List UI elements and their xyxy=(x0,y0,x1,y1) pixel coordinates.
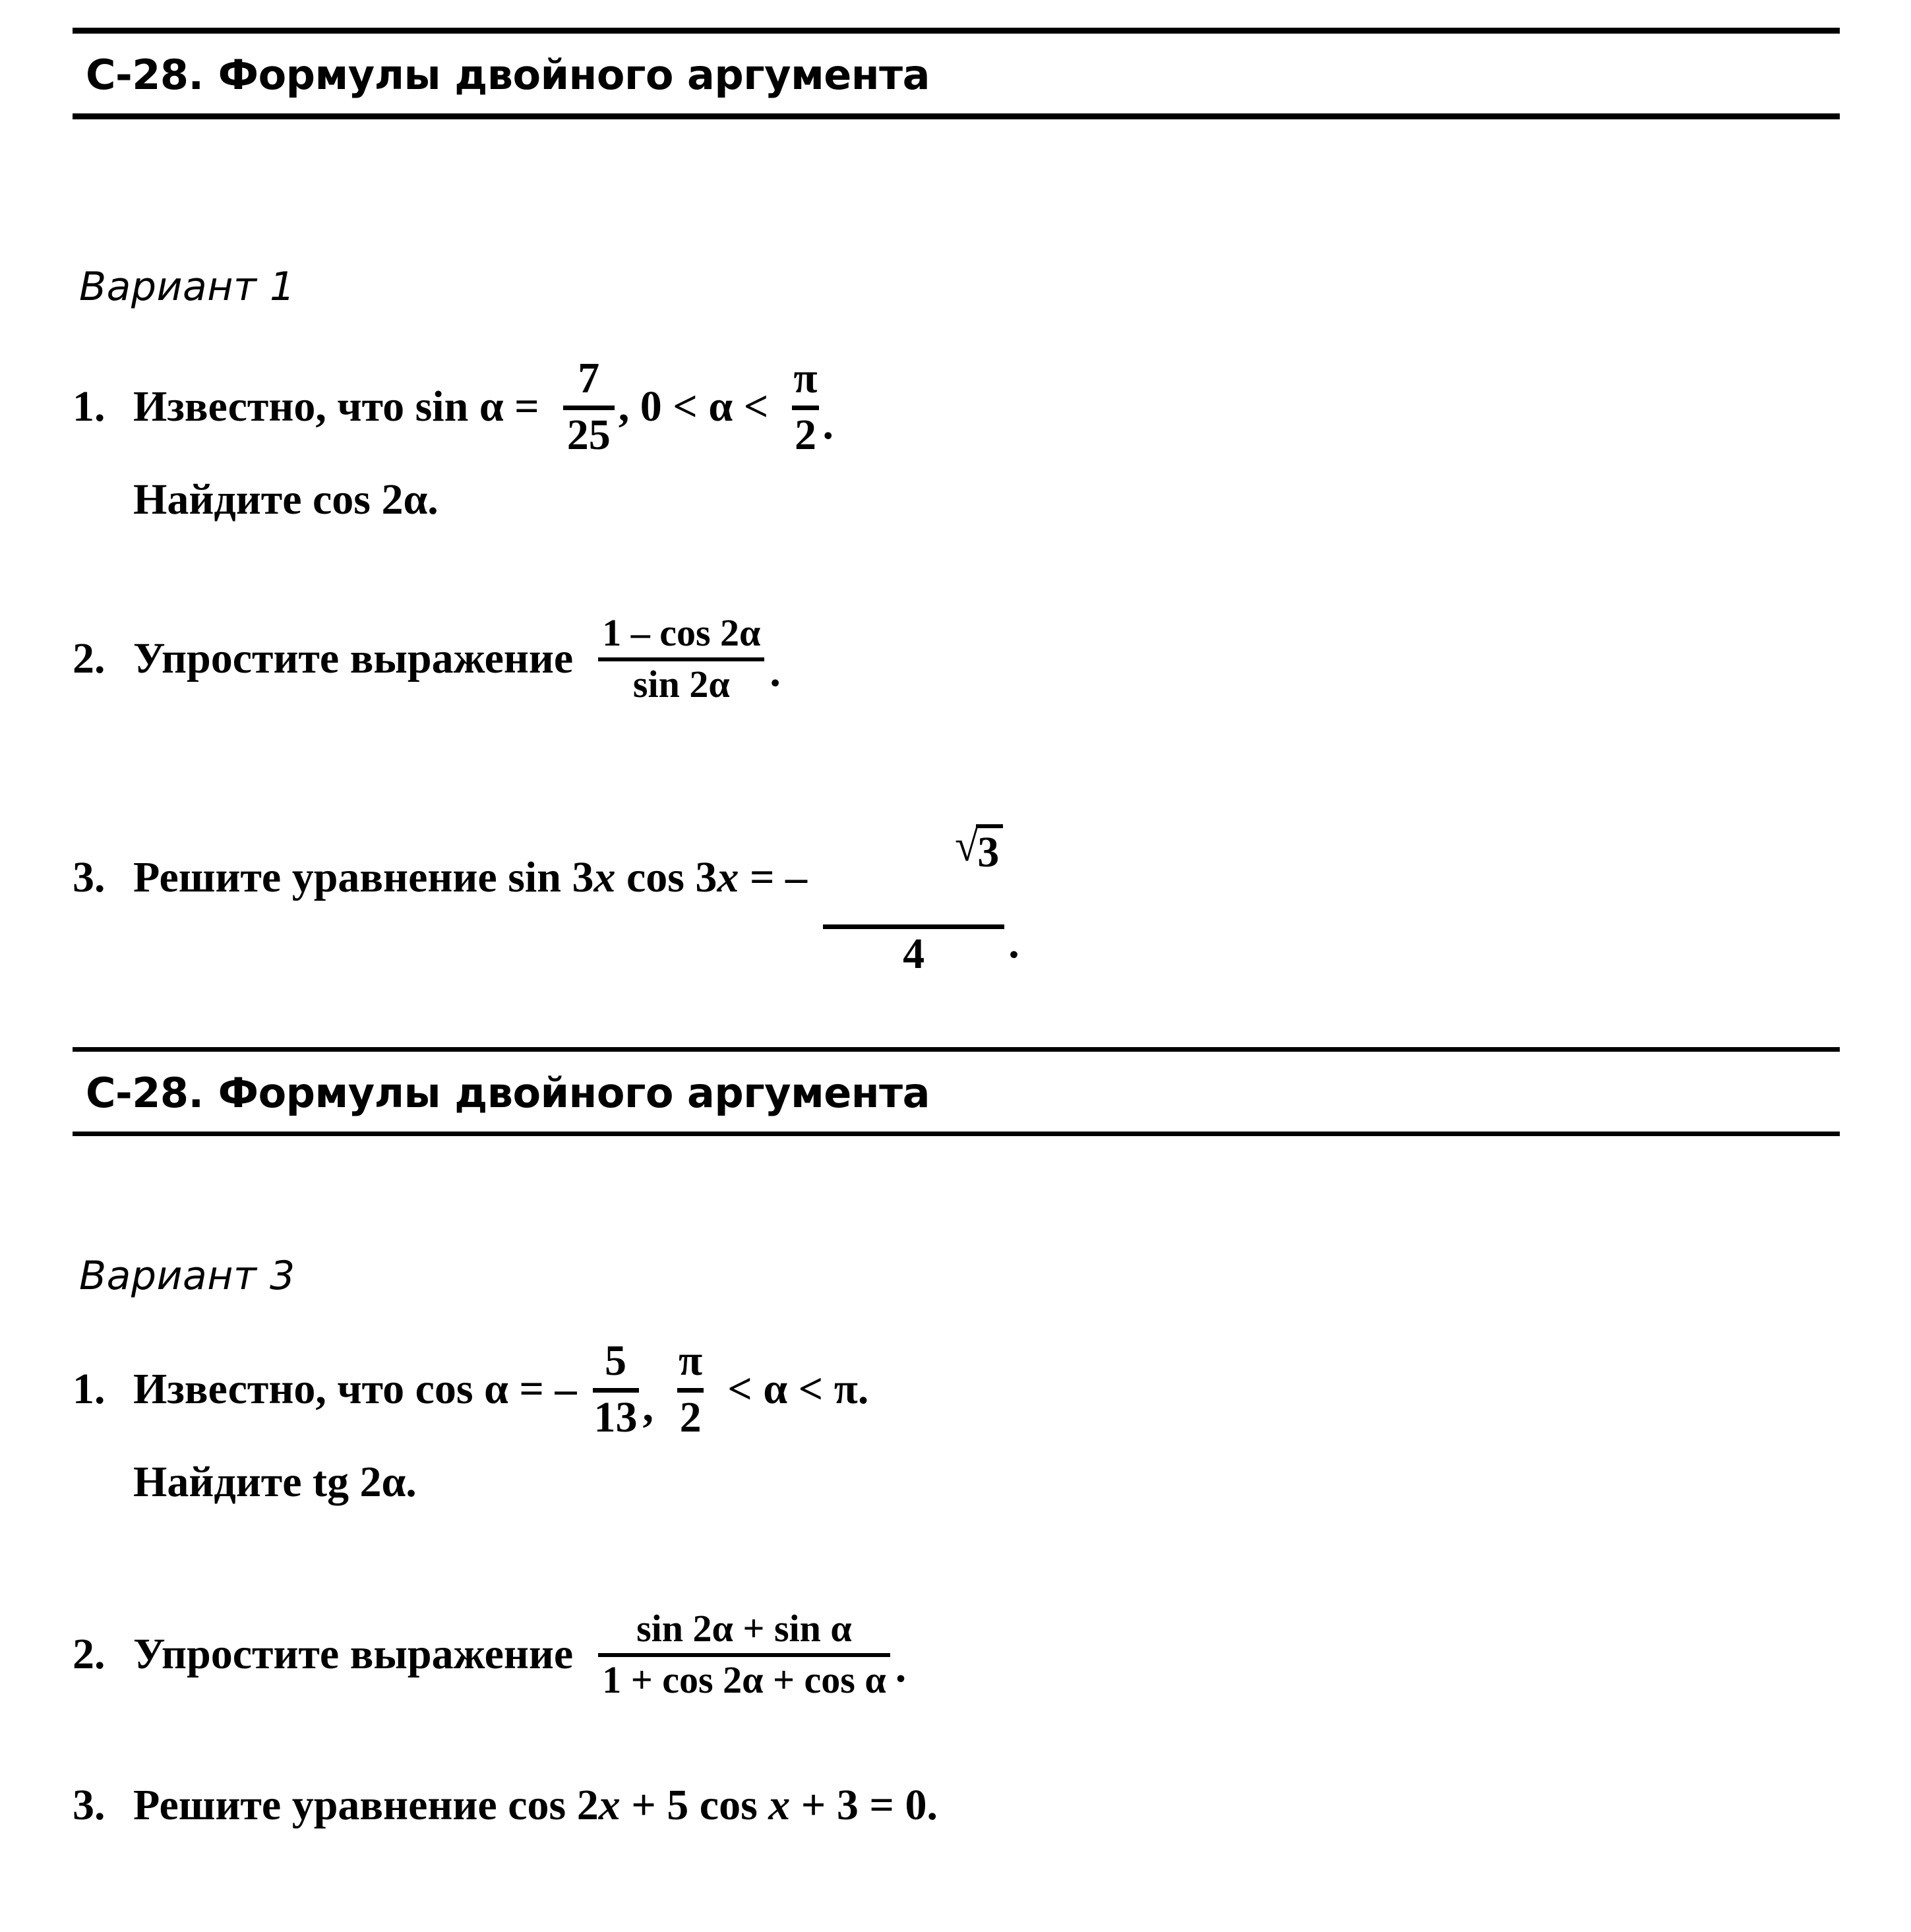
fraction-numerator: 1 – cos 2α xyxy=(602,611,761,654)
problem-line: 1. Известно, что sin α = 7 25 , 0 < α < … xyxy=(73,354,1853,459)
header-code: С-28. xyxy=(86,51,204,99)
fraction-7-25: 7 25 xyxy=(562,354,615,459)
section-header-2: С-28. Формулы двойного аргумента xyxy=(73,1047,1840,1136)
fraction-sqrt3-4: √ 3 4 xyxy=(823,778,1005,978)
problem-body: Решите уравнение cos 2x + 5 cos x + 3 = … xyxy=(133,1780,938,1830)
problem-body: Известно, что cos α = – 5 13 , π 2 < α <… xyxy=(133,1337,869,1441)
problem-text: Известно, что sin α = xyxy=(133,382,539,431)
fraction-numerator: √ 3 xyxy=(823,778,1004,921)
problem-2-1: 1. Известно, что cos α = – 5 13 , π 2 < … xyxy=(73,1337,1853,1507)
trailing-period: . xyxy=(1008,919,1019,968)
problem-line: 1. Известно, что cos α = – 5 13 , π 2 < … xyxy=(73,1337,1853,1441)
variant-label-2: Вариант 3 xyxy=(79,1253,295,1299)
header-text-row: С-28. Формулы двойного аргумента xyxy=(73,34,1840,113)
comma: , xyxy=(642,1383,654,1432)
fraction-pi-2: π 2 xyxy=(677,1337,704,1441)
trailing-period: . xyxy=(895,1643,907,1691)
problem-line: 2. Упростите выражение 1 – cos 2α sin 2α… xyxy=(73,613,1853,705)
inequality-text: , 0 < α < xyxy=(618,382,769,431)
problem-number: 3. xyxy=(73,1781,106,1829)
fraction-simplify-expression: sin 2α + sin α 1 + cos 2α + cos α xyxy=(598,1607,890,1702)
problem-text: Найдите tg 2α. xyxy=(133,1458,417,1507)
fraction-bar xyxy=(792,405,819,410)
header-code: С-28. xyxy=(86,1069,204,1117)
fraction-denominator: 1 + cos 2α + cos α xyxy=(602,1658,886,1702)
problem-body: Упростите выражение sin 2α + sin α 1 + c… xyxy=(133,1607,907,1702)
problem-line: 2. Упростите выражение sin 2α + sin α 1 … xyxy=(73,1607,1853,1702)
section-header-1: С-28. Формулы двойного аргумента xyxy=(73,28,1840,119)
header-title: Формулы двойного аргумента xyxy=(218,51,930,99)
fraction-denominator: sin 2α xyxy=(632,663,730,706)
fraction-numerator: π xyxy=(793,354,818,402)
fraction-bar xyxy=(823,924,1005,929)
header-rule-bottom xyxy=(73,1132,1840,1136)
header-rule-bottom xyxy=(73,113,1840,119)
header-title: Формулы двойного аргумента xyxy=(218,1069,930,1117)
problem-number: 1. xyxy=(73,1365,106,1414)
fraction-bar xyxy=(598,657,765,662)
fraction-bar xyxy=(592,1387,639,1393)
problem-number: 2. xyxy=(73,634,106,683)
fraction-bar xyxy=(598,1653,890,1658)
trailing-period: . xyxy=(822,400,834,449)
fraction-simplify-expression: 1 – cos 2α sin 2α xyxy=(598,611,765,706)
problem-text: Известно, что cos α = – xyxy=(133,1365,577,1414)
problem-text: Решите уравнение sin 3x cos 3x = – xyxy=(133,853,808,901)
inequality-text: < α < π. xyxy=(727,1365,869,1414)
radical-icon: √ 3 xyxy=(955,820,1004,875)
problem-2-2: 2. Упростите выражение sin 2α + sin α 1 … xyxy=(73,1607,1853,1702)
problem-text: Найдите cos 2α. xyxy=(133,475,439,524)
problem-1-3: 3. Решите уравнение sin 3x cos 3x = – √ … xyxy=(73,778,1853,977)
fraction-pi-2: π 2 xyxy=(792,354,819,459)
problem-line: 3. Решите уравнение cos 2x + 5 cos x + 3… xyxy=(73,1780,1853,1830)
problem-number: 2. xyxy=(73,1630,106,1679)
fraction-numerator: 7 xyxy=(578,354,600,402)
fraction-numerator: sin 2α + sin α xyxy=(636,1607,852,1650)
problem-1-2: 2. Упростите выражение 1 – cos 2α sin 2α… xyxy=(73,613,1853,705)
problem-body: Известно, что sin α = 7 25 , 0 < α < π 2… xyxy=(133,354,834,459)
header-rule-top xyxy=(73,28,1840,34)
fraction-bar xyxy=(677,1387,704,1393)
problem-body: Упростите выражение 1 – cos 2α sin 2α . xyxy=(133,613,781,705)
fraction-denominator: 4 xyxy=(903,929,925,978)
problem-line: 3. Решите уравнение sin 3x cos 3x = – √ … xyxy=(73,778,1853,977)
problem-1-1: 1. Известно, что sin α = 7 25 , 0 < α < … xyxy=(73,354,1853,525)
problem-body: Решите уравнение sin 3x cos 3x = – √ 3 4… xyxy=(133,778,1019,977)
problem-number: 3. xyxy=(73,853,106,901)
fraction-denominator: 25 xyxy=(566,410,611,459)
fraction-numerator: 5 xyxy=(605,1337,627,1385)
trailing-period: . xyxy=(770,647,781,696)
fraction-numerator: π xyxy=(679,1337,703,1385)
problem-line-2: Найдите cos 2α. xyxy=(73,475,1853,525)
header-text-row: С-28. Формулы двойного аргумента xyxy=(73,1052,1840,1132)
fraction-bar xyxy=(562,405,615,410)
problem-text: Решите уравнение cos 2x + 5 cos x + 3 = … xyxy=(133,1781,938,1829)
radical-glyph: √ xyxy=(955,820,979,871)
fraction-denominator: 2 xyxy=(679,1393,702,1441)
fraction-5-13: 5 13 xyxy=(592,1337,639,1441)
fraction-denominator: 13 xyxy=(593,1393,638,1441)
variant-label-1: Вариант 1 xyxy=(79,264,295,310)
problem-text: Упростите выражение xyxy=(133,1630,574,1679)
header-rule-top xyxy=(73,1047,1840,1052)
problem-2-3: 3. Решите уравнение cos 2x + 5 cos x + 3… xyxy=(73,1780,1853,1830)
radicand: 3 xyxy=(976,824,1004,875)
fraction-denominator: 2 xyxy=(794,410,816,459)
problem-text: Упростите выражение xyxy=(133,634,574,683)
problem-number: 1. xyxy=(73,382,106,431)
worksheet-page: С-28. Формулы двойного аргумента Вариант… xyxy=(0,0,1911,1932)
problem-line-2: Найдите tg 2α. xyxy=(73,1457,1853,1507)
